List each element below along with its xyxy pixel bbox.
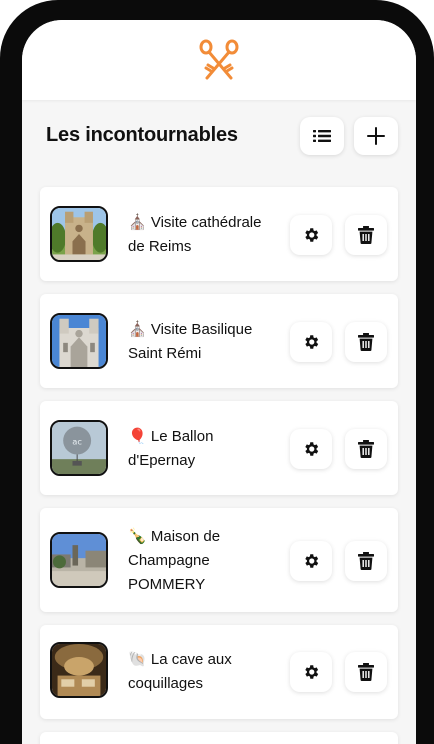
place-card[interactable]: 🍾 Maison de Champagne POMMERY bbox=[40, 508, 398, 612]
place-emoji: 🎈 bbox=[128, 428, 147, 445]
place-emoji: ⛪ bbox=[128, 321, 147, 338]
gear-icon bbox=[305, 665, 319, 679]
trash-icon bbox=[358, 663, 374, 681]
balloon-photo: ac bbox=[50, 420, 108, 476]
place-title: 🎈 Le Ballon d'Epernay bbox=[128, 425, 280, 473]
place-title-text: Visite Basilique Saint Rémi bbox=[128, 321, 253, 362]
cave-photo bbox=[50, 642, 108, 698]
delete-button[interactable] bbox=[345, 541, 387, 581]
edit-button[interactable] bbox=[290, 652, 332, 692]
place-emoji: ⛪ bbox=[128, 214, 147, 231]
place-title: 🐚 La cave aux coquillages bbox=[128, 648, 280, 696]
list-icon bbox=[313, 130, 331, 142]
list-view-button[interactable] bbox=[300, 117, 344, 155]
edit-button[interactable] bbox=[290, 429, 332, 469]
place-title: ⛪ Visite cathédrale de Reims bbox=[128, 211, 280, 259]
delete-button[interactable] bbox=[345, 215, 387, 255]
place-card[interactable]: ac 🎈 Le Ballon d'Epernay bbox=[40, 401, 398, 495]
trash-icon bbox=[358, 552, 374, 570]
trash-icon bbox=[358, 440, 374, 458]
place-card[interactable]: ⛪ Visite Basilique Saint Rémi bbox=[40, 294, 398, 388]
plus-icon bbox=[367, 127, 385, 145]
cathedral-photo bbox=[50, 206, 108, 262]
place-card[interactable] bbox=[40, 732, 398, 744]
trash-icon bbox=[358, 333, 374, 351]
gear-icon bbox=[305, 554, 319, 568]
gear-icon bbox=[305, 442, 319, 456]
add-place-button[interactable] bbox=[354, 117, 398, 155]
phone-frame: Les incontournables ⛪ Visite cathédrale … bbox=[0, 0, 434, 744]
edit-button[interactable] bbox=[290, 215, 332, 255]
app-screen: Les incontournables ⛪ Visite cathédrale … bbox=[22, 20, 416, 744]
pommery-photo bbox=[50, 532, 108, 588]
page-title: Les incontournables bbox=[46, 124, 238, 146]
place-title: ⛪ Visite Basilique Saint Rémi bbox=[128, 318, 280, 366]
delete-button[interactable] bbox=[345, 652, 387, 692]
delete-button[interactable] bbox=[345, 322, 387, 362]
place-card[interactable]: ⛪ Visite cathédrale de Reims bbox=[40, 187, 398, 281]
delete-button[interactable] bbox=[345, 429, 387, 469]
place-title-text: Visite cathédrale de Reims bbox=[128, 214, 262, 255]
place-emoji: 🐚 bbox=[128, 651, 147, 668]
crossed-keys-logo-icon bbox=[199, 39, 239, 80]
gear-icon bbox=[305, 228, 319, 242]
edit-button[interactable] bbox=[290, 322, 332, 362]
trash-icon bbox=[358, 226, 374, 244]
svg-text:ac: ac bbox=[72, 436, 82, 446]
edit-button[interactable] bbox=[290, 541, 332, 581]
place-emoji: 🍾 bbox=[128, 528, 147, 545]
basilica-photo bbox=[50, 313, 108, 369]
place-title: 🍾 Maison de Champagne POMMERY bbox=[128, 525, 280, 597]
app-header bbox=[22, 20, 416, 100]
gear-icon bbox=[305, 335, 319, 349]
place-card[interactable]: 🐚 La cave aux coquillages bbox=[40, 625, 398, 719]
